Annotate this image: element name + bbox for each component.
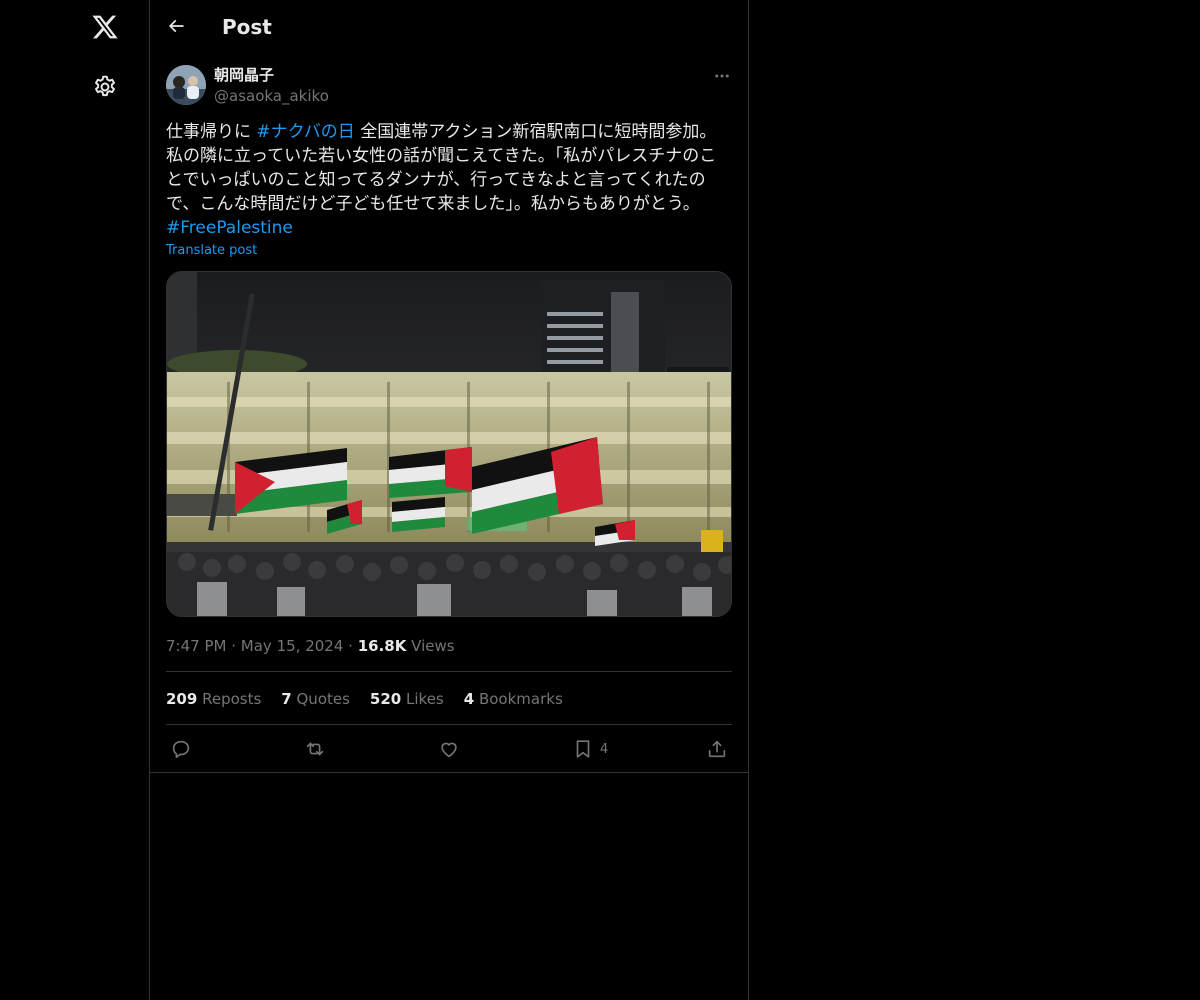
repost-button[interactable] bbox=[304, 736, 326, 762]
meta-separator: · bbox=[348, 637, 353, 655]
more-options-button[interactable] bbox=[712, 66, 732, 86]
quotes-count: 7 bbox=[281, 690, 292, 708]
post-image[interactable] bbox=[166, 271, 732, 617]
protest-photo-image bbox=[167, 272, 731, 616]
post-text-segment: 仕事帰りに bbox=[166, 122, 257, 142]
likes-stat[interactable]: 520 Likes bbox=[370, 689, 444, 709]
post-time[interactable]: 7:47 PM bbox=[166, 637, 226, 655]
reposts-count: 209 bbox=[166, 690, 198, 708]
avatar-image bbox=[166, 65, 206, 105]
divider bbox=[166, 671, 732, 672]
back-button[interactable] bbox=[164, 14, 188, 38]
heart-icon bbox=[441, 742, 457, 758]
reply-button[interactable] bbox=[170, 736, 192, 762]
author-display-name[interactable]: 朝岡晶子 bbox=[214, 65, 274, 85]
left-nav bbox=[0, 0, 150, 1000]
hashtag-link[interactable]: #ナクバの日 bbox=[256, 122, 354, 142]
post-meta: 7:47 PM · May 15, 2024 · 16.8K Views bbox=[166, 636, 455, 656]
bookmarks-label: Bookmarks bbox=[478, 690, 563, 708]
post-text: 仕事帰りに #ナクバの日 全国連帯アクション新宿駅南口に短時間参加。私の隣に立っ… bbox=[166, 120, 732, 240]
bookmark-action-count: 4 bbox=[600, 741, 609, 757]
reposts-label: Reposts bbox=[202, 690, 262, 708]
bookmark-button[interactable]: 4 bbox=[572, 736, 608, 762]
views-count: 16.8K bbox=[357, 637, 407, 655]
likes-label: Likes bbox=[406, 690, 444, 708]
translate-post-link[interactable]: Translate post bbox=[166, 242, 257, 260]
repost-icon bbox=[306, 742, 324, 756]
likes-count: 520 bbox=[369, 690, 402, 708]
bookmarks-stat[interactable]: 4 Bookmarks bbox=[464, 689, 563, 709]
reposts-stat[interactable]: 209 Reposts bbox=[166, 689, 261, 709]
reply-icon bbox=[172, 740, 190, 759]
share-button[interactable] bbox=[706, 736, 728, 762]
divider bbox=[150, 772, 748, 773]
header: Post bbox=[150, 0, 748, 54]
author-handle[interactable]: @asaoka_akiko bbox=[214, 86, 329, 106]
bookmark-icon bbox=[576, 740, 590, 758]
meta-separator: · bbox=[231, 637, 237, 655]
divider bbox=[166, 724, 732, 725]
action-bar: 4 bbox=[150, 736, 748, 762]
like-button[interactable] bbox=[438, 736, 460, 762]
x-logo-icon[interactable] bbox=[91, 13, 119, 41]
bookmarks-count: 4 bbox=[463, 690, 475, 708]
hashtag-link[interactable]: #FreePalestine bbox=[166, 218, 293, 238]
arrow-left-icon bbox=[168, 19, 184, 33]
post-detail-column: Post 朝岡晶子 @asaoka_akiko 仕事帰りに #ナクバの日 全国連… bbox=[150, 0, 749, 1000]
avatar[interactable] bbox=[166, 65, 206, 105]
quotes-label: Quotes bbox=[296, 690, 350, 708]
post-stats: 209 Reposts 7 Quotes 520 Likes 4 Bookmar… bbox=[166, 689, 563, 709]
page-title: Post bbox=[222, 15, 272, 39]
share-icon bbox=[708, 740, 726, 758]
gear-icon[interactable] bbox=[92, 74, 118, 100]
views-label: Views bbox=[411, 637, 455, 655]
post-date[interactable]: May 15, 2024 bbox=[241, 637, 344, 655]
more-horizontal-icon bbox=[715, 74, 729, 78]
quotes-stat[interactable]: 7 Quotes bbox=[281, 689, 350, 709]
